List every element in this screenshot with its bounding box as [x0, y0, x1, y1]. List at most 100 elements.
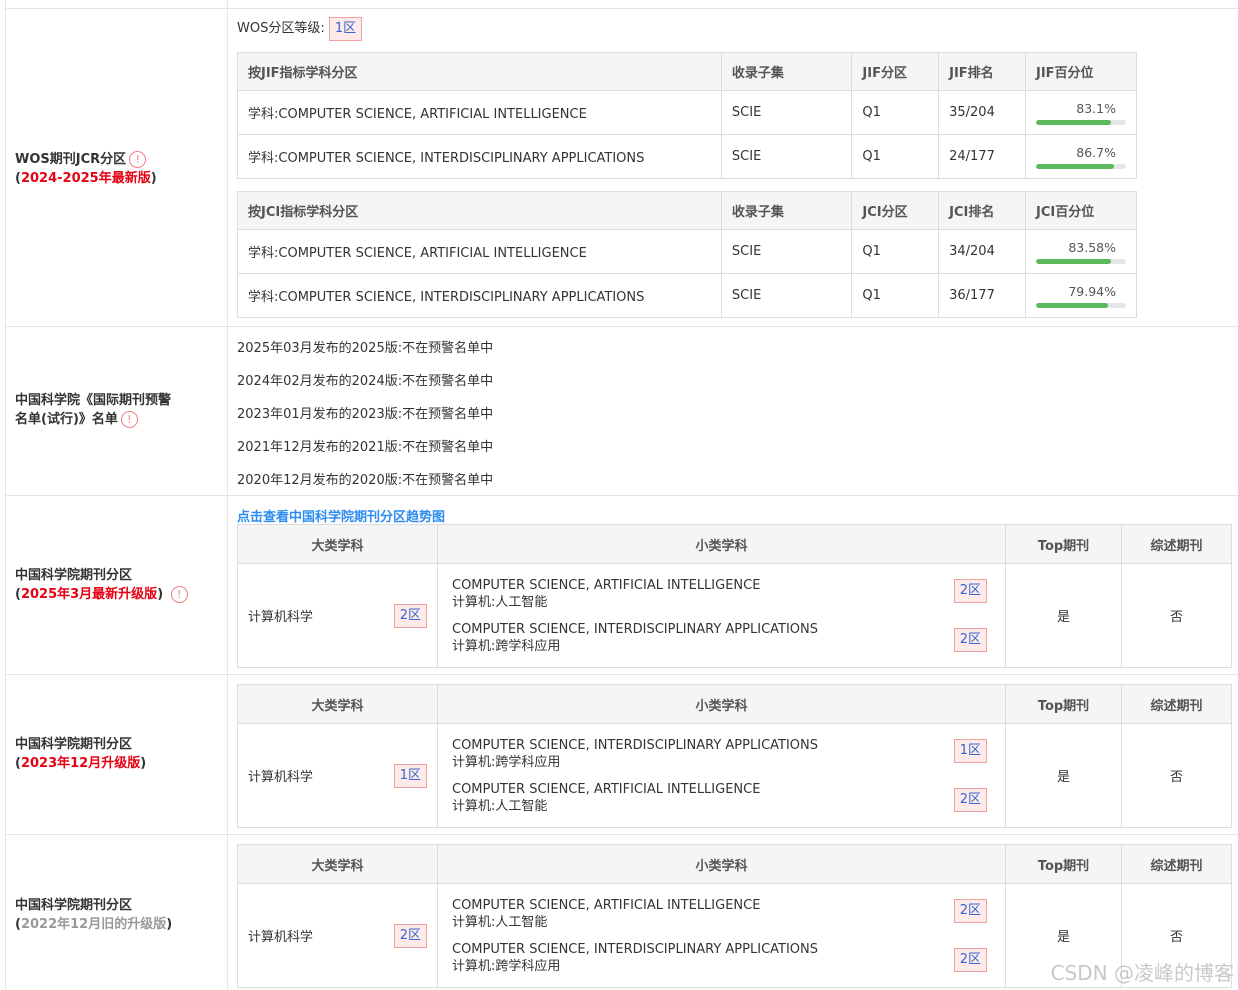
cas-2025-table: 大类学科 小类学科 Top期刊 综述期刊 计算机科学 2区 COMPUTER SC… — [237, 524, 1232, 668]
jif-table: 按JIF指标学科分区 收录子集 JIF分区 JIF排名 JIF百分位 学科:CO… — [237, 52, 1137, 179]
percentile-bar — [1036, 302, 1126, 308]
cas-header-row: 大类学科 小类学科 Top期刊 综述期刊 — [237, 684, 1232, 724]
quartile-cell: Q1 — [851, 90, 940, 135]
header-big-category: 大类学科 — [237, 524, 438, 564]
subject-cell: 学科:COMPUTER SCIENCE, ARTIFICIAL INTELLIG… — [237, 229, 722, 274]
jci-table: 按JCI指标学科分区 收录子集 JCI分区 JCI排名 JCI百分位 学科:CO… — [237, 191, 1137, 318]
rank-cell: 35/204 — [938, 90, 1026, 135]
set-cell: SCIE — [720, 229, 853, 274]
jif-header-percentile: JIF百分位 — [1025, 52, 1137, 91]
warning-line: 2023年01月发布的2023版:不在预警名单中 — [237, 407, 494, 422]
header-sub-category: 小类学科 — [437, 524, 1006, 564]
sub-category-en: COMPUTER SCIENCE, ARTIFICIAL INTELLIGENC… — [452, 781, 761, 797]
quartile-cell: Q1 — [851, 273, 940, 318]
jci-header-subject: 按JCI指标学科分区 — [237, 191, 722, 230]
header-top-journal: Top期刊 — [1005, 844, 1122, 884]
warning-line: 2024年02月发布的2024版:不在预警名单中 — [237, 374, 494, 389]
sub-category-en: COMPUTER SCIENCE, INTERDISCIPLINARY APPL… — [452, 621, 819, 637]
wos-label-text: WOS期刊JCR分区 — [15, 152, 127, 167]
percentile-cell: 86.7% — [1025, 134, 1137, 179]
jif-header-set: 收录子集 — [720, 52, 853, 91]
table-row: 计算机科学 2区 COMPUTER SCIENCE, ARTIFICIAL INT… — [237, 563, 1232, 668]
warning-line: 2025年03月发布的2025版:不在预警名单中 — [237, 341, 494, 356]
header-big-category: 大类学科 — [237, 844, 438, 884]
cas-header-row: 大类学科 小类学科 Top期刊 综述期刊 — [237, 524, 1232, 564]
sub-category-cell: COMPUTER SCIENCE, INTERDISCIPLINARY APPL… — [437, 723, 1006, 828]
wos-edition: 2024-2025年最新版 — [20, 171, 151, 186]
header-big-category: 大类学科 — [237, 684, 438, 724]
sub-category-cn: 计算机:跨学科应用 — [452, 958, 561, 974]
sub-category-cn: 计算机:跨学科应用 — [452, 754, 561, 770]
row-divider — [5, 495, 1238, 496]
zone-badge: 2区 — [953, 947, 987, 972]
info-icon[interactable]: ! — [120, 411, 138, 428]
cas-2023-label: 中国科学院期刊分区 (2023年12月升级版) — [15, 737, 147, 771]
header-top-journal: Top期刊 — [1005, 684, 1122, 724]
cas-trend-link[interactable]: 点击查看中国科学院期刊分区趋势图 — [237, 506, 445, 525]
sub-category-cell: COMPUTER SCIENCE, ARTIFICIAL INTELLIGENC… — [437, 883, 1006, 988]
warning-line: 2021年12月发布的2021版:不在预警名单中 — [237, 440, 494, 455]
header-review-journal: 综述期刊 — [1121, 524, 1232, 564]
wos-grade-line: WOS分区等级: 1区 — [237, 17, 363, 41]
jci-header-rank: JCI排名 — [938, 191, 1026, 230]
quartile-cell: Q1 — [851, 229, 940, 274]
jif-header-subject: 按JIF指标学科分区 — [237, 52, 722, 91]
cas-label-text: 中国科学院期刊分区 — [15, 898, 133, 913]
percentile-value: 83.58% — [1068, 239, 1116, 255]
quartile-cell: Q1 — [851, 134, 940, 179]
zone-badge: 2区 — [953, 627, 987, 652]
subject-cell: 学科:COMPUTER SCIENCE, INTERDISCIPLINARY A… — [237, 273, 722, 318]
cas-2022-label: 中国科学院期刊分区 (2022年12月旧的升级版) — [15, 898, 173, 932]
jif-header-quartile: JIF分区 — [851, 52, 940, 91]
percentile-bar-fill — [1036, 119, 1111, 125]
header-top-journal: Top期刊 — [1005, 524, 1122, 564]
info-icon[interactable]: ! — [129, 151, 147, 168]
jif-header-rank: JIF排名 — [938, 52, 1026, 91]
cas-edition: 2023年12月升级版 — [20, 756, 141, 771]
sub-category-cell: COMPUTER SCIENCE, ARTIFICIAL INTELLIGENC… — [437, 563, 1006, 668]
percentile-bar — [1036, 258, 1126, 264]
table-row: 学科:COMPUTER SCIENCE, INTERDISCIPLINARY A… — [237, 134, 1137, 179]
percentile-value: 79.94% — [1068, 283, 1116, 299]
percentile-bar — [1036, 163, 1126, 169]
big-category: 计算机科学 — [248, 930, 314, 945]
sub-category-cn: 计算机:人工智能 — [452, 914, 548, 930]
review-journal-value: 否 — [1121, 563, 1232, 668]
top-journal-value: 是 — [1005, 563, 1122, 668]
cas-label-text: 中国科学院期刊分区 — [15, 737, 133, 752]
row-divider — [5, 326, 1238, 327]
table-row: 学科:COMPUTER SCIENCE, ARTIFICIAL INTELLIG… — [237, 90, 1137, 135]
set-cell: SCIE — [720, 90, 853, 135]
sub-category-item: COMPUTER SCIENCE, INTERDISCIPLINARY APPL… — [438, 727, 1005, 775]
big-category: 计算机科学 — [248, 610, 314, 625]
sub-category-item: COMPUTER SCIENCE, INTERDISCIPLINARY APPL… — [438, 615, 1005, 665]
sub-category-en: COMPUTER SCIENCE, INTERDISCIPLINARY APPL… — [452, 941, 819, 957]
percentile-cell: 79.94% — [1025, 273, 1137, 318]
table-row: 计算机科学 1区 COMPUTER SCIENCE, INTERDISCIPLIN… — [237, 723, 1232, 828]
zone-badge: 2区 — [953, 787, 987, 812]
zone-badge: 2区 — [953, 898, 987, 923]
big-category-cell: 计算机科学 2区 — [237, 883, 438, 988]
warning-section-label: 中国科学院《国际期刊预警 名单(试行)》名单! — [15, 391, 215, 429]
zone-badge: 2区 — [393, 923, 427, 948]
wos-section-label: WOS期刊JCR分区! (2024-2025年最新版) — [15, 151, 157, 186]
header-review-journal: 综述期刊 — [1121, 684, 1232, 724]
row-divider — [5, 674, 1238, 675]
zone-badge: 2区 — [393, 603, 427, 628]
sub-category-en: COMPUTER SCIENCE, ARTIFICIAL INTELLIGENC… — [452, 897, 761, 913]
cas-edition: 2025年3月最新升级版 — [20, 587, 158, 602]
set-cell: SCIE — [720, 134, 853, 179]
cas-edition: 2022年12月旧的升级版 — [20, 917, 167, 932]
sub-category-en: COMPUTER SCIENCE, INTERDISCIPLINARY APPL… — [452, 737, 819, 753]
big-category-cell: 计算机科学 1区 — [237, 723, 438, 828]
warning-label-line1: 中国科学院《国际期刊预警 — [15, 393, 172, 408]
watermark: CSDN @凌峰的博客 — [1050, 961, 1234, 985]
percentile-bar-fill — [1036, 258, 1112, 264]
sub-category-cn: 计算机:人工智能 — [452, 798, 548, 814]
row-divider — [5, 834, 1238, 835]
table-row: 学科:COMPUTER SCIENCE, ARTIFICIAL INTELLIG… — [237, 229, 1137, 274]
info-icon[interactable]: ! — [170, 586, 188, 603]
subject-cell: 学科:COMPUTER SCIENCE, ARTIFICIAL INTELLIG… — [237, 90, 722, 135]
percentile-value: 86.7% — [1076, 144, 1116, 160]
big-category: 计算机科学 — [248, 770, 314, 785]
